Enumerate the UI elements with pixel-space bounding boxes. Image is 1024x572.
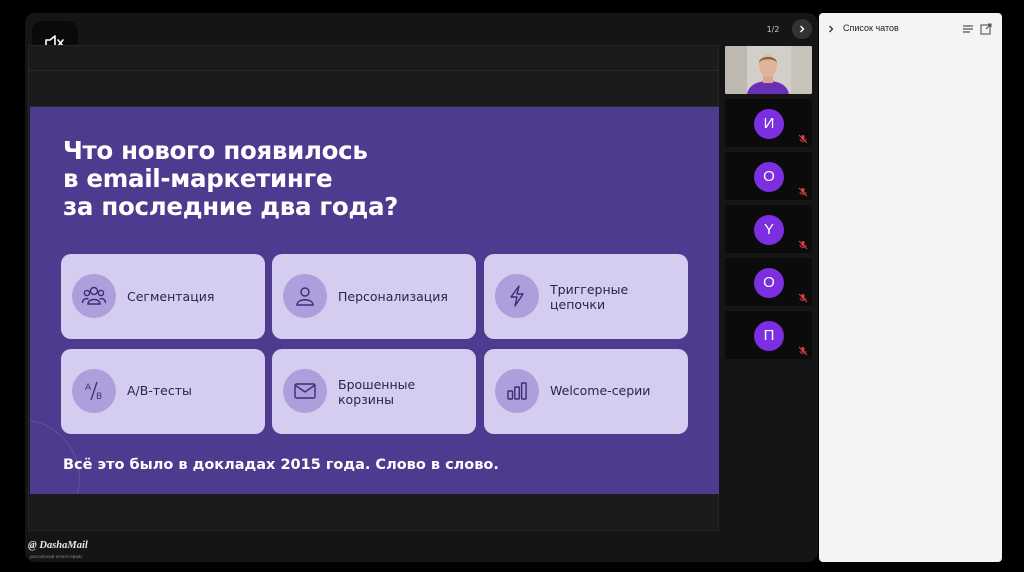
chat-list-title[interactable]: Список чатов — [843, 23, 899, 33]
ab-icon: A B — [72, 369, 116, 413]
page-counter: 1/2 — [766, 25, 780, 34]
chat-panel-header: Список чатов — [819, 13, 1002, 45]
slide-title: Что нового появилось в email-маркетинге … — [63, 137, 563, 221]
users-icon — [72, 274, 116, 318]
feature-card-segmentation: Сегментация — [61, 254, 265, 339]
feature-card-personalization: Персонализация — [272, 254, 476, 339]
svg-text:A: A — [85, 383, 92, 393]
participant-video-feed — [725, 46, 812, 94]
feature-card-triggers: Триггерные цепочки — [484, 254, 688, 339]
lightning-icon — [495, 274, 539, 318]
mic-off-icon — [798, 240, 808, 250]
feature-card-label: A/B-тесты — [127, 383, 192, 398]
feature-card-welcome-series: Welcome-серии — [484, 349, 688, 434]
feature-card-ab-tests: A B A/B-тесты — [61, 349, 265, 434]
participant-avatar: О — [754, 162, 784, 192]
next-page-button[interactable] — [792, 19, 812, 39]
chat-panel: Список чатов — [819, 13, 1002, 562]
mic-off-icon — [798, 293, 808, 303]
participant-tile[interactable]: Y — [725, 205, 812, 253]
dashamail-logo: @ DashaMail — [28, 540, 88, 551]
envelope-icon — [283, 369, 327, 413]
feature-card-label: Брошенные корзины — [338, 377, 416, 407]
participant-tile[interactable]: И — [725, 99, 812, 147]
mic-off-icon — [798, 134, 808, 144]
mic-off-icon — [798, 346, 808, 356]
mic-off-icon — [798, 187, 808, 197]
feature-card-label: Персонализация — [338, 289, 448, 304]
participant-tile[interactable]: П — [725, 311, 812, 359]
feature-card-abandoned-carts: Брошенные корзины — [272, 349, 476, 434]
chevron-right-icon — [800, 25, 805, 33]
slide-title-line: за последние два года? — [63, 192, 399, 221]
chevron-right-icon[interactable] — [827, 25, 835, 33]
logo-subtitle: российский email-сервис — [30, 554, 83, 559]
participant-tile[interactable]: О — [725, 152, 812, 200]
conference-stage: 1/2 Что нового появилось в email-маркети… — [25, 13, 818, 562]
person-icon — [283, 274, 327, 318]
feature-card-label: Welcome-серии — [550, 383, 651, 398]
participant-avatar: И — [754, 109, 784, 139]
list-icon[interactable] — [961, 22, 975, 36]
slide-footer-text: Всё это было в докладах 2015 года. Слово… — [63, 457, 499, 473]
participant-video-tile[interactable] — [725, 46, 812, 94]
participant-avatar: Y — [754, 215, 784, 245]
participant-avatar: П — [754, 321, 784, 351]
participant-avatar: О — [754, 268, 784, 298]
bar-chart-icon — [495, 369, 539, 413]
participant-tile[interactable]: О — [725, 258, 812, 306]
feature-card-label: Сегментация — [127, 289, 215, 304]
slide-title-line: Что нового появилось — [63, 136, 368, 165]
open-external-icon[interactable] — [979, 22, 993, 36]
slide-title-line: в email-маркетинге — [63, 164, 333, 193]
presentation-slide: Что нового появилось в email-маркетинге … — [30, 107, 719, 494]
svg-text:B: B — [96, 392, 102, 402]
feature-card-label: Триггерные цепочки — [550, 282, 629, 312]
